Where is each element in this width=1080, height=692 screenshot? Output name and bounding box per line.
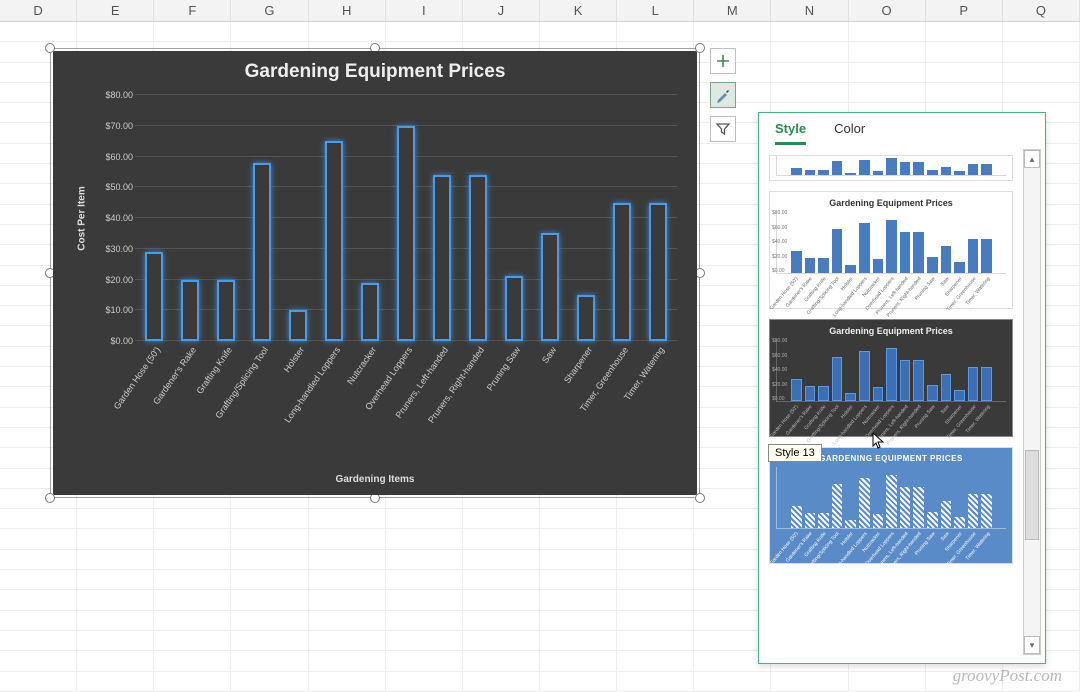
scroll-down-button[interactable]: ▾ bbox=[1024, 636, 1040, 654]
y-axis[interactable]: $0.00$10.00$20.00$30.00$40.00$50.00$60.0… bbox=[105, 95, 135, 341]
style-tooltip: Style 13 bbox=[768, 444, 822, 462]
y-tick: $30.00 bbox=[93, 244, 133, 254]
thumb-title: Gardening Equipment Prices bbox=[776, 198, 1006, 208]
col-header-Q[interactable]: Q bbox=[1003, 0, 1080, 21]
y-tick: $70.00 bbox=[93, 121, 133, 131]
bar[interactable] bbox=[181, 280, 199, 342]
style-thumb-light[interactable]: Gardening Equipment Prices $80.00$60.00$… bbox=[769, 191, 1013, 309]
bar[interactable] bbox=[577, 295, 595, 341]
chart-filter-button[interactable] bbox=[710, 116, 736, 142]
y-tick: $0.00 bbox=[93, 336, 133, 346]
bar-slot bbox=[645, 95, 671, 341]
chart-title[interactable]: Gardening Equipment Prices bbox=[53, 51, 697, 89]
y-tick: $20.00 bbox=[93, 275, 133, 285]
bar[interactable] bbox=[289, 310, 307, 341]
bar-slot bbox=[573, 95, 599, 341]
resize-handle-br[interactable] bbox=[695, 493, 705, 503]
bar-slot bbox=[609, 95, 635, 341]
bar[interactable] bbox=[433, 175, 451, 341]
bar[interactable] bbox=[145, 252, 163, 341]
col-header-H[interactable]: H bbox=[309, 0, 386, 21]
col-header-K[interactable]: K bbox=[540, 0, 617, 21]
chart-canvas[interactable]: Gardening Equipment Prices Cost Per Item… bbox=[53, 51, 697, 495]
y-tick: $10.00 bbox=[93, 305, 133, 315]
bar-slot bbox=[141, 95, 167, 341]
chart-elements-button[interactable] bbox=[710, 48, 736, 74]
col-header-D[interactable]: D bbox=[0, 0, 77, 21]
bar-slot bbox=[357, 95, 383, 341]
col-header-P[interactable]: P bbox=[926, 0, 1003, 21]
x-axis[interactable]: Garden Hose (50')Gardener's RakeGrafting… bbox=[135, 341, 677, 495]
y-tick: $40.00 bbox=[93, 213, 133, 223]
chart-object[interactable]: Gardening Equipment Prices Cost Per Item… bbox=[50, 48, 700, 498]
thumb-title: Gardening Equipment Prices bbox=[776, 326, 1006, 336]
column-headers: DEFGHIJKLMNOPQ bbox=[0, 0, 1080, 22]
bar-slot bbox=[321, 95, 347, 341]
bar[interactable] bbox=[505, 276, 523, 341]
pane-scrollbar[interactable]: ▴ ▾ bbox=[1023, 149, 1041, 655]
pane-tabs: Style Color bbox=[759, 113, 1045, 145]
y-tick: $80.00 bbox=[93, 90, 133, 100]
bar-slot bbox=[537, 95, 563, 341]
bar-slot bbox=[465, 95, 491, 341]
plot-area[interactable] bbox=[135, 95, 677, 341]
bar[interactable] bbox=[541, 233, 559, 341]
chart-styles-pane: Style Color ▴ ▾ Gardening Equipment Pric… bbox=[758, 112, 1046, 664]
tab-style[interactable]: Style bbox=[775, 121, 806, 145]
bar-slot bbox=[429, 95, 455, 341]
chart-side-buttons bbox=[710, 48, 738, 150]
col-header-M[interactable]: M bbox=[694, 0, 771, 21]
chart-styles-button[interactable] bbox=[710, 82, 736, 108]
col-header-L[interactable]: L bbox=[617, 0, 694, 21]
bar-slot bbox=[393, 95, 419, 341]
col-header-J[interactable]: J bbox=[463, 0, 540, 21]
y-axis-label[interactable]: Cost Per Item bbox=[73, 95, 91, 341]
col-header-I[interactable]: I bbox=[386, 0, 463, 21]
style-thumb-dark[interactable]: Gardening Equipment Prices $80.00$60.00$… bbox=[769, 319, 1013, 437]
col-header-F[interactable]: F bbox=[154, 0, 231, 21]
bar[interactable] bbox=[649, 203, 667, 341]
bar[interactable] bbox=[361, 283, 379, 341]
bar[interactable] bbox=[613, 203, 631, 341]
watermark: groovyPost.com bbox=[953, 666, 1062, 686]
scroll-up-button[interactable]: ▴ bbox=[1024, 150, 1040, 168]
bar-slot bbox=[213, 95, 239, 341]
bar-slot bbox=[177, 95, 203, 341]
style-thumb-partial[interactable] bbox=[769, 155, 1013, 181]
x-axis-label[interactable]: Gardening Items bbox=[53, 474, 697, 485]
bar[interactable] bbox=[253, 163, 271, 341]
y-tick: $50.00 bbox=[93, 182, 133, 192]
bar[interactable] bbox=[217, 280, 235, 342]
bar-slot bbox=[501, 95, 527, 341]
bar[interactable] bbox=[397, 126, 415, 341]
bar[interactable] bbox=[469, 175, 487, 341]
tab-color[interactable]: Color bbox=[834, 121, 865, 145]
scroll-thumb[interactable] bbox=[1025, 450, 1039, 540]
x-tick: Holster bbox=[282, 345, 307, 374]
pane-body: Gardening Equipment Prices $80.00$60.00$… bbox=[765, 147, 1017, 655]
x-tick: Nutcracker bbox=[345, 345, 378, 386]
col-header-O[interactable]: O bbox=[849, 0, 926, 21]
style-thumb-blue[interactable]: Style 13 GARDENING EQUIPMENT PRICES Gard… bbox=[769, 447, 1013, 564]
bar-slot bbox=[249, 95, 275, 341]
col-header-G[interactable]: G bbox=[231, 0, 308, 21]
x-tick: Sharpener bbox=[562, 345, 594, 385]
bar-slot bbox=[285, 95, 311, 341]
col-header-E[interactable]: E bbox=[77, 0, 154, 21]
y-tick: $60.00 bbox=[93, 152, 133, 162]
x-tick: Saw bbox=[540, 345, 558, 365]
bar[interactable] bbox=[325, 141, 343, 341]
col-header-N[interactable]: N bbox=[771, 0, 848, 21]
cursor-icon bbox=[872, 432, 886, 450]
